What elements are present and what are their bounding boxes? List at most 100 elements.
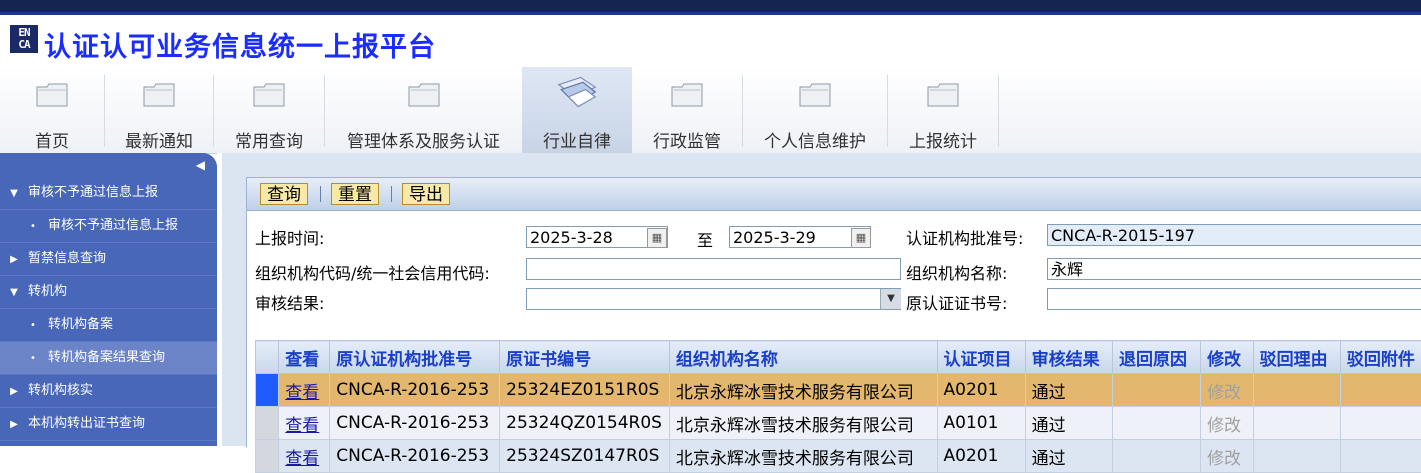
nav-divider (998, 75, 999, 147)
chevron-right-icon: ▶ (0, 376, 28, 408)
table-header-row: 查看 原认证机构批准号 原证书编号 组织机构名称 认证项目 审核结果 退回原因 … (256, 341, 1421, 374)
cell-return-reason (1112, 374, 1200, 407)
folder-icon (670, 81, 704, 109)
toolbar-divider (391, 186, 392, 202)
folder-icon (252, 81, 286, 109)
column-header[interactable]: 修改 (1201, 341, 1254, 374)
app-header: EN CA 认证认可业务信息统一上报平台 (0, 15, 1421, 67)
sidebar-subitem-transfer-filing[interactable]: •转机构备案 (0, 309, 217, 342)
nav-common-query[interactable]: 常用查询 (214, 67, 324, 153)
sidebar-subitem-audit-reject-report[interactable]: •审核不予通过信息上报 (0, 210, 217, 243)
nav-management-system[interactable]: 管理体系及服务认证 (325, 67, 522, 153)
cnca-logo: EN CA (10, 25, 38, 53)
app-title: 认证认可业务信息统一上报平台 (44, 25, 436, 64)
cell-reject-attach (1340, 440, 1421, 473)
cell-result: 通过 (1025, 374, 1112, 407)
table-row[interactable]: 查看 CNCA-R-2016-253 25324SZ0147R0S 北京永辉冰雪… (256, 440, 1421, 473)
date-to-input[interactable]: 2025-3-29 (729, 226, 871, 248)
cell-return-reason (1112, 407, 1200, 440)
cell-orig-approval: CNCA-R-2016-253 (330, 374, 500, 407)
cell-cert-no: 25324QZ0154R0S (500, 407, 670, 440)
calendar-icon[interactable]: ▦ (647, 228, 667, 248)
column-header[interactable]: 驳回理由 (1253, 341, 1340, 374)
sidebar-subitem-transfer-result-query[interactable]: •转机构备案结果查询 (0, 342, 217, 375)
table-row[interactable]: 查看 CNCA-R-2016-253 25324QZ0154R0S 北京永辉冰雪… (256, 407, 1421, 440)
row-selector[interactable] (256, 374, 279, 407)
cell-reject-reason (1253, 440, 1340, 473)
cell-item: A0201 (937, 374, 1025, 407)
row-selector[interactable] (256, 440, 279, 473)
to-label: 至 (697, 227, 713, 251)
nav-personal-info[interactable]: 个人信息维护 (743, 67, 887, 153)
audit-result-select[interactable] (526, 288, 901, 310)
cell-reject-reason (1253, 374, 1340, 407)
bullet-icon: • (30, 310, 48, 342)
sidebar-item-transfer-verify[interactable]: ▶转机构核实 (0, 375, 217, 408)
cell-orig-approval: CNCA-R-2016-253 (330, 440, 500, 473)
row-selector[interactable] (256, 407, 279, 440)
view-link[interactable]: 查看 (279, 440, 330, 473)
sidebar: ◀ ▼审核不予通过信息上报 •审核不予通过信息上报 ▶暂禁信息查询 ▼转机构 •… (0, 153, 217, 446)
nav-industry-self-discipline[interactable]: 行业自律 (522, 67, 632, 153)
sidebar-item-transfer-out-query[interactable]: ▶本机构转出证书查询 (0, 408, 217, 441)
column-header[interactable]: 原认证机构批准号 (330, 341, 500, 374)
cell-org-name: 北京永辉冰雪技术服务有限公司 (669, 374, 937, 407)
org-code-label: 组织机构代码/统一社会信用代码: (255, 260, 490, 284)
cell-cert-no: 25324EZ0151R0S (500, 374, 670, 407)
org-approval-field: CNCA-R-2015-197 (1047, 224, 1421, 246)
sidebar-item-suspension-query[interactable]: ▶暂禁信息查询 (0, 243, 217, 276)
cell-result: 通过 (1025, 407, 1112, 440)
collapse-sidebar-icon[interactable]: ◀ (196, 158, 205, 172)
chevron-down-icon: ▼ (0, 178, 28, 210)
modify-link: 修改 (1201, 440, 1254, 473)
nav-home[interactable]: 首页 (0, 67, 104, 153)
cell-cert-no: 25324SZ0147R0S (500, 440, 670, 473)
query-button[interactable]: 查询 (260, 183, 308, 205)
org-code-input[interactable] (526, 258, 901, 280)
chevron-down-icon: ▼ (0, 277, 28, 309)
audit-result-label: 审核结果: (255, 290, 324, 314)
column-header[interactable]: 认证项目 (937, 341, 1025, 374)
toolbar-divider (320, 186, 321, 202)
result-table: 查看 原认证机构批准号 原证书编号 组织机构名称 认证项目 审核结果 退回原因 … (255, 340, 1421, 473)
column-header[interactable]: 查看 (279, 341, 330, 374)
folder-icon (35, 81, 69, 109)
cell-org-name: 北京永辉冰雪技术服务有限公司 (669, 407, 937, 440)
reset-button[interactable]: 重置 (331, 183, 379, 205)
report-time-label: 上报时间: (255, 225, 324, 249)
column-header[interactable]: 组织机构名称 (669, 341, 937, 374)
export-button[interactable]: 导出 (402, 183, 450, 205)
folder-icon (926, 81, 960, 109)
query-panel: 查询 重置 导出 上报时间: 2025-3-28 ▦ 至 2025-3-29 ▦… (246, 177, 1421, 447)
row-header-cell (256, 341, 279, 374)
view-link[interactable]: 查看 (279, 374, 330, 407)
bullet-icon: • (30, 343, 48, 375)
nav-admin-supervision[interactable]: 行政监管 (632, 67, 742, 153)
cell-item: A0201 (937, 440, 1025, 473)
chevron-right-icon: ▶ (0, 244, 28, 276)
browser-top-strip (0, 0, 1421, 15)
cell-reject-attach (1340, 407, 1421, 440)
column-header[interactable]: 原证书编号 (500, 341, 670, 374)
sidebar-item-audit-reject[interactable]: ▼审核不予通过信息上报 (0, 177, 217, 210)
column-header[interactable]: 驳回附件 (1340, 341, 1421, 374)
nav-latest-notice[interactable]: 最新通知 (105, 67, 213, 153)
org-name-input[interactable]: 永辉 (1047, 258, 1421, 280)
bullet-icon: • (30, 211, 48, 243)
chevron-down-icon[interactable]: ▼ (880, 289, 901, 309)
column-header[interactable]: 审核结果 (1025, 341, 1112, 374)
column-header[interactable]: 退回原因 (1112, 341, 1200, 374)
cell-orig-approval: CNCA-R-2016-253 (330, 407, 500, 440)
view-link[interactable]: 查看 (279, 407, 330, 440)
nav-report-statistics[interactable]: 上报统计 (888, 67, 998, 153)
sidebar-item-transfer[interactable]: ▼转机构 (0, 276, 217, 309)
cell-reject-attach (1340, 374, 1421, 407)
table-row[interactable]: 查看 CNCA-R-2016-253 25324EZ0151R0S 北京永辉冰雪… (256, 374, 1421, 407)
cell-org-name: 北京永辉冰雪技术服务有限公司 (669, 440, 937, 473)
open-folder-icon (552, 75, 602, 109)
orig-cert-input[interactable] (1047, 288, 1421, 310)
folder-icon (407, 81, 441, 109)
calendar-icon[interactable]: ▦ (851, 228, 871, 248)
chevron-right-icon: ▶ (0, 409, 28, 441)
modify-link: 修改 (1201, 374, 1254, 407)
